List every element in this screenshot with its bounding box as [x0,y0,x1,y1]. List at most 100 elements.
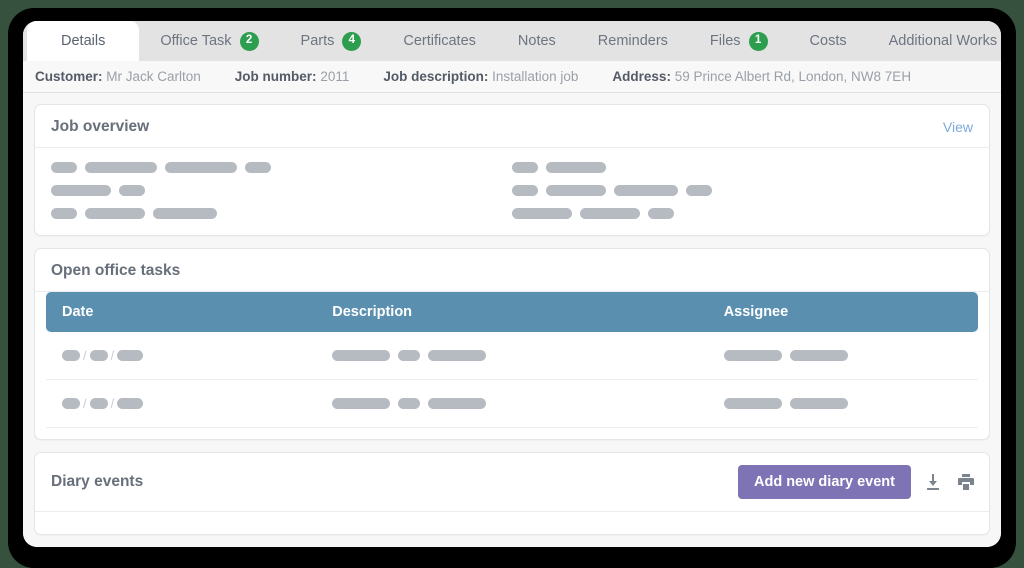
skeleton-bar [119,185,145,196]
info-label: Customer: [35,69,103,84]
skeleton-bar [85,162,157,173]
job-overview-card: Job overview View [34,104,990,236]
info-item: Job number: 2011 [235,69,350,84]
tab-parts[interactable]: Parts4 [280,21,383,61]
open-office-tasks-header: Open office tasks [35,249,989,292]
table-row[interactable]: // [46,380,978,428]
tab-additional-works[interactable]: Additional Works [868,21,1001,61]
tab-costs[interactable]: Costs [789,21,868,61]
print-icon[interactable] [955,471,977,493]
info-value: Installation job [488,69,578,84]
skeleton-bar [90,350,108,361]
skeleton-bar [332,398,390,409]
diary-events-body [35,512,989,534]
job-info-bar: Customer: Mr Jack Carlton Job number: 201… [23,61,1001,93]
open-office-tasks-title: Open office tasks [51,262,180,280]
job-overview-title: Job overview [51,118,149,136]
tab-label: Office Task [160,33,231,49]
skeleton-row [332,398,707,409]
table-head: DateDescriptionAssignee [46,292,978,332]
skeleton-row [512,208,973,219]
skeleton-bar [117,350,143,361]
skeleton-row [724,398,978,409]
open-office-tasks-table: DateDescriptionAssignee //// [46,292,978,428]
skeleton-row [51,162,512,173]
job-overview-right-column [512,162,973,219]
job-overview-body [35,148,989,235]
cell-date: // [46,332,316,380]
tab-details[interactable]: Details [27,21,139,61]
info-item: Customer: Mr Jack Carlton [35,69,201,84]
skeleton-bar [398,350,420,361]
skeleton-bar [51,162,77,173]
skeleton-bar [428,350,486,361]
tab-label: Reminders [598,33,668,49]
skeleton-bar [245,162,271,173]
date-separator: / [83,396,87,411]
job-overview-view-link[interactable]: View [943,119,973,135]
skeleton-bar [51,208,77,219]
tab-badge: 4 [342,32,361,51]
skeleton-row [512,162,973,173]
date-skeleton: // [62,396,316,411]
cell-assignee [708,380,978,428]
skeleton-bar [165,162,237,173]
tab-files[interactable]: Files 1 [689,21,789,61]
date-separator: / [111,348,115,363]
info-item: Job description: Installation job [383,69,578,84]
skeleton-bar [398,398,420,409]
skeleton-bar [614,185,678,196]
skeleton-bar [790,350,848,361]
tab-label: Details [61,33,105,49]
skeleton-row [724,350,978,361]
cell-description [316,380,707,428]
job-overview-left-column [51,162,512,219]
skeleton-row [512,185,973,196]
column-header-description[interactable]: Description [316,292,707,332]
skeleton-row [51,208,512,219]
info-item: Address: 59 Prince Albert Rd, London, NW… [612,69,911,84]
diary-events-title: Diary events [51,473,143,491]
skeleton-bar [546,162,606,173]
skeleton-bar [62,350,80,361]
skeleton-bar [117,398,143,409]
add-new-diary-event-button[interactable]: Add new diary event [738,465,911,499]
skeleton-bar [790,398,848,409]
skeleton-bar [648,208,674,219]
skeleton-bar [546,185,606,196]
tab-label: Additional Works [889,33,998,49]
tab-label: Certificates [403,33,476,49]
table-row[interactable]: // [46,332,978,380]
tab-bar: Details Office Task 2 Parts4 Certificates Not… [23,21,1001,61]
diary-events-card: Diary events Add new diary event [34,452,990,535]
date-separator: / [83,348,87,363]
open-office-tasks-card: Open office tasks DateDescriptionAssigne… [34,248,990,440]
skeleton-row [51,185,512,196]
open-office-tasks-table-wrap: DateDescriptionAssignee //// [35,292,989,439]
table-header-row: DateDescriptionAssignee [46,292,978,332]
column-header-date[interactable]: Date [46,292,316,332]
diary-events-actions: Add new diary event [738,465,977,499]
tab-reminders[interactable]: Reminders [577,21,689,61]
info-label: Address: [612,69,671,84]
tab-badge: 1 [749,32,768,51]
skeleton-bar [580,208,640,219]
skeleton-bar [332,350,390,361]
info-value: 59 Prince Albert Rd, London, NW8 7EH [671,69,911,84]
tab-label: Files [710,33,741,49]
skeleton-bar [153,208,217,219]
tab-notes[interactable]: Notes [497,21,577,61]
tab-certificates[interactable]: Certificates [382,21,497,61]
skeleton-bar [512,162,538,173]
tab-label: Notes [518,33,556,49]
column-header-assignee[interactable]: Assignee [708,292,978,332]
info-value: Mr Jack Carlton [103,69,201,84]
tab-office-task[interactable]: Office Task 2 [139,21,279,61]
info-label: Job description: [383,69,488,84]
app-window: Details Office Task 2 Parts4 Certificates Not… [23,21,1001,547]
skeleton-row [332,350,707,361]
date-separator: / [111,396,115,411]
download-icon[interactable] [922,471,944,493]
skeleton-bar [512,208,572,219]
tab-badge: 2 [240,32,259,51]
